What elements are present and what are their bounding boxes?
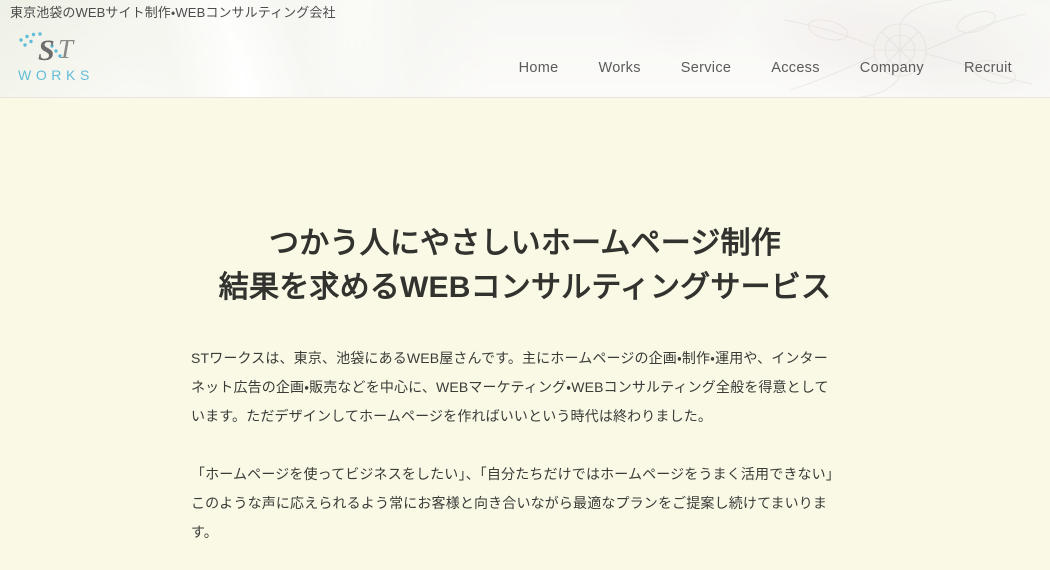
nav-item-service[interactable]: Service xyxy=(661,58,751,78)
nav-item-home[interactable]: Home xyxy=(499,58,579,78)
nav-item-recruit[interactable]: Recruit xyxy=(944,58,1032,78)
site-tagline: 東京池袋のWEBサイト制作・WEBコンサルティング会社 xyxy=(10,5,336,20)
hero-heading-line-1: つかう人にやさしいホームページ制作 xyxy=(269,227,781,260)
hero-heading: つかう人にやさしいホームページ制作 結果を求めるWEBコンサルティングサービス xyxy=(0,222,1050,310)
main-navigation: Home Works Service Access Company Recrui… xyxy=(499,58,1032,78)
foliage-decoration-icon xyxy=(783,0,1033,98)
svg-text:WORKS: WORKS xyxy=(18,67,94,83)
intro-paragraph-2: 「ホームページを使ってビジネスをしたい」、「自分たちだけではホームページをうまく… xyxy=(191,466,833,540)
main-content: つかう人にやさしいホームページ制作 結果を求めるWEBコンサルティングサービス … xyxy=(0,98,1050,570)
nav-item-works[interactable]: Works xyxy=(578,58,660,78)
site-header: 東京池袋のWEBサイト制作・WEBコンサルティング会社 S T WORKS Ho… xyxy=(0,0,1050,98)
site-logo[interactable]: S T WORKS xyxy=(8,24,128,86)
hero-heading-line-2: 結果を求めるWEBコンサルティングサービス xyxy=(218,271,832,304)
svg-text:T: T xyxy=(58,34,75,64)
nav-item-access[interactable]: Access xyxy=(751,58,840,78)
intro-text-block: STワークスは、東京、池袋にあるWEB屋さんです。主にホームページの企画・制作・… xyxy=(191,344,839,547)
svg-text:S: S xyxy=(38,34,55,67)
nav-item-company[interactable]: Company xyxy=(840,58,944,78)
intro-paragraph-1: STワークスは、東京、池袋にあるWEB屋さんです。主にホームページの企画・制作・… xyxy=(191,350,829,424)
logo-mark-icon: S T WORKS xyxy=(18,32,94,83)
